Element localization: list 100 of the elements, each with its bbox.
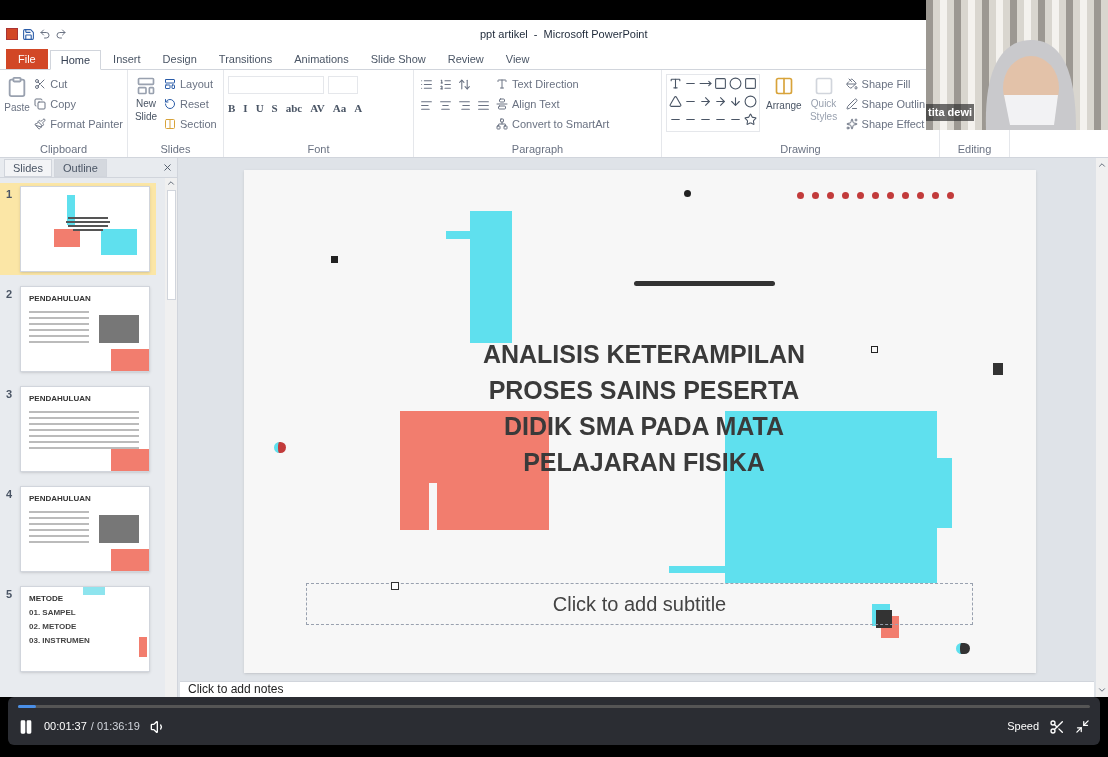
ribbon-tab[interactable]: Animations [284, 49, 359, 69]
scrollbar-thumb[interactable] [166, 190, 176, 300]
thumbnail-text: PENDAHULUAN [29, 295, 91, 303]
font-format-button[interactable]: B [228, 100, 236, 117]
font-size-field[interactable] [328, 76, 358, 94]
oval-icon[interactable] [729, 77, 742, 90]
subtitle-placeholder[interactable]: Click to add subtitle [306, 583, 973, 625]
text-line-placeholder [29, 335, 89, 337]
thumbnail-text: 02. METODE [29, 623, 78, 631]
font-name-field[interactable] [228, 76, 324, 94]
layout-button[interactable]: Layout [164, 74, 217, 94]
section-icon [164, 118, 176, 130]
slide-thumbnail-item[interactable]: 4 PENDAHULUAN [0, 483, 156, 575]
ribbon-tab[interactable]: Slide Show [360, 49, 436, 69]
shapes-gallery[interactable] [666, 74, 760, 132]
group-label: Clipboard [38, 141, 89, 157]
ribbon-tab[interactable]: View [495, 49, 540, 69]
font-format-button[interactable]: U [255, 100, 264, 117]
text-box-icon[interactable] [669, 77, 682, 90]
justify-icon[interactable] [477, 99, 490, 112]
new-slide-button[interactable]: New Slide [132, 74, 160, 141]
ribbon-tab[interactable]: Review [437, 49, 494, 69]
text-line-placeholder [29, 323, 89, 325]
reset-button[interactable]: Reset [164, 94, 217, 114]
line-spacing-icon[interactable] [458, 78, 471, 91]
font-format-button[interactable]: abc [285, 100, 303, 117]
scissors-icon[interactable] [1049, 718, 1065, 735]
arrow-icon[interactable] [729, 95, 742, 108]
text-direction-button[interactable]: Text Direction [496, 74, 610, 94]
sparkles-icon [845, 118, 858, 130]
paintbrush-icon [34, 118, 47, 130]
scroll-down-icon[interactable] [1097, 685, 1107, 695]
copy-icon [34, 98, 47, 110]
ribbon-tab[interactable]: Transitions [208, 49, 283, 69]
rounded-rectangle-icon[interactable] [744, 77, 757, 90]
slide-thumbnail-item[interactable]: 5 METODE 01. SAMPEL 02. METODE 03. INSTRUMEN [0, 583, 156, 675]
paste-button[interactable]: Paste [4, 74, 31, 141]
font-format-button[interactable]: S [271, 100, 278, 117]
font-format-button[interactable]: Aa [332, 100, 347, 117]
resize-handle[interactable] [391, 582, 399, 590]
star-icon[interactable] [744, 113, 757, 126]
copy-button[interactable]: Copy [34, 94, 123, 114]
triangle-icon[interactable] [669, 95, 682, 108]
format-painter-button[interactable]: Format Painter [34, 114, 123, 134]
text-line-placeholder [68, 217, 108, 219]
text-line-placeholder [29, 517, 89, 519]
align-left-icon[interactable] [420, 99, 433, 112]
slide-number: 3 [6, 387, 14, 402]
thumbnail-text: PENDAHULUAN [29, 395, 91, 403]
shape-fill-button[interactable]: Shape Fill [845, 74, 926, 94]
slide-thumbnail-item[interactable]: 3 PENDAHULUAN [0, 383, 156, 475]
slide-thumbnail-item[interactable]: 1 [0, 183, 156, 275]
app-logo-icon [6, 28, 18, 40]
exit-fullscreen-icon[interactable] [1075, 719, 1090, 734]
text-line-placeholder [29, 523, 89, 525]
text-line-placeholder [29, 329, 89, 331]
font-format-button[interactable]: A [354, 100, 363, 117]
smartart-button[interactable]: Convert to SmartArt [496, 114, 610, 134]
notes-pane[interactable]: Click to add notes [180, 681, 1094, 697]
font-format-button[interactable]: I [243, 100, 248, 117]
undo-icon[interactable] [39, 28, 51, 40]
shape-outline-button[interactable]: Shape Outlin [845, 94, 926, 114]
scroll-up-icon[interactable] [1097, 160, 1107, 170]
pane-tab[interactable]: Slides [4, 159, 52, 177]
ribbon-tab[interactable]: Design [152, 49, 207, 69]
bullets-icon[interactable] [420, 78, 433, 91]
group-label: Font [306, 141, 331, 157]
pane-tab[interactable]: Outline [53, 159, 107, 177]
thumbnail-shape [111, 449, 149, 471]
paint-bucket-icon [845, 78, 858, 90]
font-format-button[interactable]: AV [310, 100, 325, 117]
redo-icon[interactable] [55, 28, 67, 40]
cut-button[interactable]: Cut [34, 74, 123, 94]
arrange-button[interactable]: Arrange [766, 74, 802, 141]
arrow-icon[interactable] [699, 95, 712, 108]
decor-square [871, 346, 878, 353]
pause-icon[interactable] [18, 718, 34, 735]
thumbnail-text: 03. INSTRUMEN [29, 637, 90, 645]
progress-track[interactable] [18, 705, 1090, 708]
speed-button[interactable]: Speed [1007, 718, 1039, 735]
section-button[interactable]: Section [164, 114, 217, 134]
circle-icon[interactable] [744, 95, 757, 108]
shape-effects-button[interactable]: Shape Effect [845, 114, 926, 134]
ribbon-tab[interactable]: Home [49, 50, 102, 70]
text-line-placeholder [29, 341, 89, 343]
align-text-button[interactable]: Align Text [496, 94, 610, 114]
ribbon-tab[interactable]: File [6, 49, 48, 69]
thumbnail-shape [54, 229, 80, 247]
close-icon[interactable] [162, 162, 173, 173]
arrow-icon[interactable] [714, 95, 727, 108]
rectangle-icon[interactable] [714, 77, 727, 90]
align-center-icon[interactable] [439, 99, 452, 112]
numbering-icon[interactable] [439, 78, 452, 91]
scroll-up-icon[interactable] [166, 178, 176, 188]
thumbnail-text: METODE [29, 595, 64, 603]
align-right-icon[interactable] [458, 99, 471, 112]
slide-thumbnail-item[interactable]: 2 PENDAHULUAN [0, 283, 156, 375]
save-icon[interactable] [22, 27, 35, 41]
slide-number: 4 [6, 487, 14, 502]
ribbon-tab[interactable]: Insert [103, 49, 151, 69]
